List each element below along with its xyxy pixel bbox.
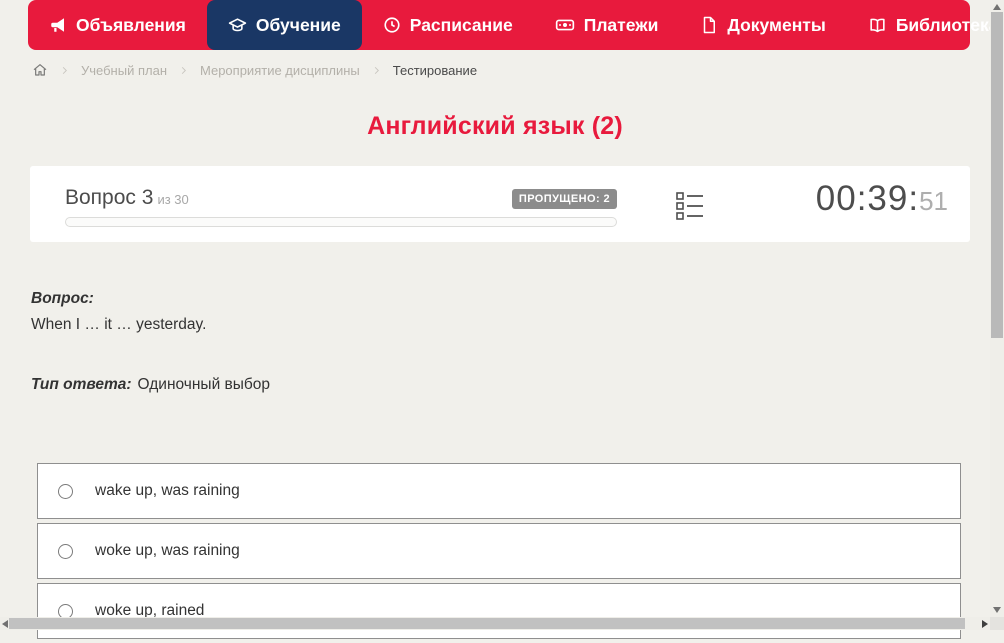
scroll-right-arrow-icon[interactable] bbox=[982, 620, 988, 628]
scroll-down-arrow-icon[interactable] bbox=[993, 607, 1001, 613]
vertical-scrollbar-thumb[interactable] bbox=[991, 12, 1003, 338]
page-title: Английский язык (2) bbox=[367, 112, 623, 140]
megaphone-icon bbox=[49, 16, 67, 34]
answer-type-label: Тип ответа: bbox=[31, 376, 132, 393]
nav-item-library[interactable]: Библиотека bbox=[847, 0, 1004, 50]
radio-button[interactable] bbox=[58, 543, 73, 559]
question-number-text: Вопрос 3 bbox=[65, 186, 154, 209]
answer-option-1[interactable]: wake up, was raining bbox=[37, 463, 961, 519]
timer-hours-minutes: 00:39: bbox=[815, 179, 920, 218]
nav-item-label: Расписание bbox=[409, 14, 513, 35]
clock-icon bbox=[383, 16, 401, 34]
answer-option-label: wake up, was raining bbox=[95, 482, 240, 499]
horizontal-scrollbar[interactable] bbox=[0, 617, 990, 630]
question-block: Вопрос: When I … it … yesterday. Тип отв… bbox=[31, 286, 961, 398]
answer-option-2[interactable]: woke up, was raining bbox=[37, 523, 961, 579]
graduation-cap-icon bbox=[228, 16, 247, 35]
scroll-left-arrow-icon[interactable] bbox=[2, 620, 8, 628]
answer-type-row: Тип ответа: Одиночный выбор bbox=[31, 372, 961, 398]
scroll-up-arrow-icon[interactable] bbox=[993, 4, 1001, 10]
question-text: When I … it … yesterday. bbox=[31, 316, 207, 333]
nav-item-payments[interactable]: Платежи bbox=[534, 0, 680, 50]
question-of-total: из 30 bbox=[157, 192, 189, 207]
breadcrumb-item-discipline-event[interactable]: Мероприятие дисциплины bbox=[200, 63, 360, 78]
nav-item-label: Платежи bbox=[583, 14, 659, 35]
skipped-badge: ПРОПУЩЕНО: 2 bbox=[511, 188, 617, 209]
document-icon bbox=[700, 16, 718, 34]
horizontal-scrollbar-thumb[interactable] bbox=[9, 618, 965, 629]
vertical-scrollbar[interactable] bbox=[990, 0, 1004, 617]
nav-item-schedule[interactable]: Расписание bbox=[362, 0, 534, 50]
nav-item-education[interactable]: Обучение bbox=[206, 0, 362, 50]
timer: 00:39: 51 bbox=[816, 179, 948, 219]
question-progress-card: Вопрос 3 из 30 ПРОПУЩЕНО: 2 00:39: 51 bbox=[30, 166, 970, 242]
answer-options: wake up, was raining woke up, was rainin… bbox=[37, 463, 961, 643]
nav-item-label: Объявления bbox=[76, 14, 186, 35]
home-icon[interactable] bbox=[32, 62, 48, 78]
question-number: Вопрос 3 из 30 bbox=[65, 186, 189, 210]
nav-item-label: Обучение bbox=[255, 14, 341, 35]
timer-seconds: 51 bbox=[919, 186, 948, 216]
breadcrumb-item-testing: Тестирование bbox=[392, 62, 478, 78]
breadcrumb-separator-icon bbox=[371, 65, 382, 76]
nav-item-label: Документы bbox=[727, 14, 826, 35]
nav-item-announcements[interactable]: Объявления bbox=[28, 0, 207, 50]
main-nav: Объявления Обучение Расписание Платежи Д… bbox=[28, 0, 998, 50]
breadcrumb-separator-icon bbox=[178, 65, 189, 76]
breadcrumb-separator-icon bbox=[59, 65, 70, 76]
question-progress-left: Вопрос 3 из 30 ПРОПУЩЕНО: 2 bbox=[65, 179, 617, 227]
banknote-icon bbox=[555, 15, 575, 35]
breadcrumb: Учебный план Мероприятие дисциплины Тест… bbox=[32, 62, 477, 78]
radio-button[interactable] bbox=[58, 483, 73, 499]
open-book-icon bbox=[868, 16, 887, 35]
answer-option-label: woke up, was raining bbox=[95, 542, 240, 559]
answer-option-3[interactable]: woke up, rained bbox=[37, 583, 961, 639]
nav-item-label: Библиотека bbox=[895, 14, 999, 35]
nav-item-documents[interactable]: Документы bbox=[679, 0, 846, 50]
breadcrumb-item-study-plan[interactable]: Учебный план bbox=[81, 63, 167, 78]
progress-bar bbox=[65, 217, 617, 227]
answer-type-value: Одиночный выбор bbox=[137, 376, 271, 393]
question-list-icon[interactable] bbox=[675, 191, 705, 226]
question-heading: Вопрос: bbox=[31, 290, 94, 307]
scrollbar-corner bbox=[990, 617, 1004, 630]
